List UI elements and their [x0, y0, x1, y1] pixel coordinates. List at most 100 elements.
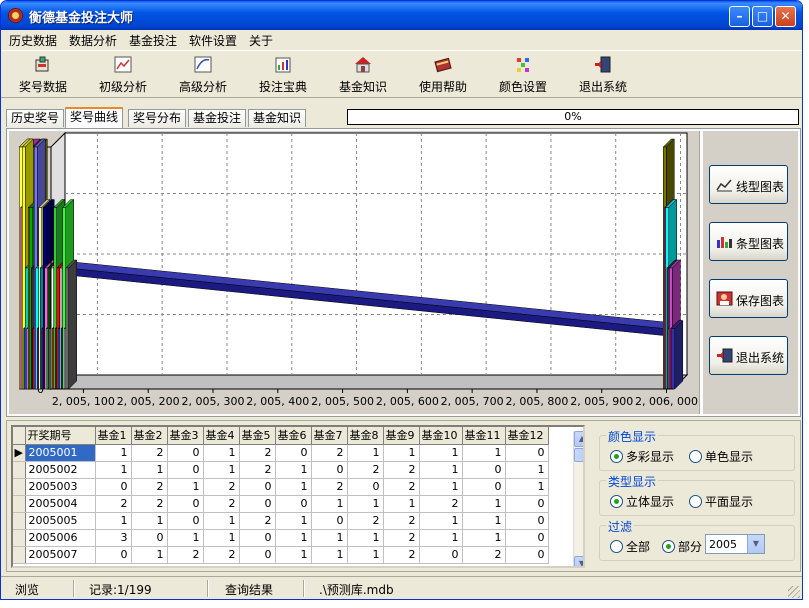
tab-number-distribution[interactable]: 奖号分布 — [128, 109, 187, 127]
cell-value[interactable]: 1 — [311, 495, 348, 513]
cell-value[interactable]: 1 — [347, 444, 384, 462]
cell-value[interactable]: 0 — [239, 478, 276, 496]
bar-chart-button[interactable]: 条型图表 — [709, 222, 788, 261]
table-row[interactable]: ▶ 2005001 1 2 0 1 2 0 2 1 1 1 1 0 — [13, 444, 549, 462]
cell-value[interactable]: 1 — [347, 529, 384, 547]
cell-value[interactable]: 0 — [419, 546, 463, 564]
cell-value[interactable]: 0 — [167, 495, 204, 513]
radio-3d[interactable]: 立体显示 — [610, 493, 674, 510]
radio-multicolor[interactable]: 多彩显示 — [610, 448, 674, 465]
scroll-thumb[interactable] — [574, 448, 583, 462]
cell-value[interactable]: 2 — [383, 512, 420, 530]
cell-value[interactable]: 0 — [239, 546, 276, 564]
chevron-down-icon[interactable]: ▼ — [747, 535, 764, 553]
radio-filter-partial[interactable]: 部分 — [662, 538, 702, 555]
cell-value[interactable]: 0 — [167, 461, 204, 479]
cell-value[interactable]: 1 — [462, 512, 506, 530]
cell-value[interactable]: 0 — [505, 495, 549, 513]
radio-filter-all[interactable]: 全部 — [610, 538, 650, 555]
cell-value[interactable]: 1 — [131, 546, 168, 564]
cell-value[interactable]: 0 — [347, 478, 384, 496]
cell-value[interactable]: 2 — [239, 444, 276, 462]
tool-betting-guide-button[interactable]: 投注宝典 — [245, 54, 321, 96]
column-header-fund[interactable]: 基金12 — [505, 427, 549, 445]
tab-fund-knowledge[interactable]: 基金知识 — [248, 109, 307, 127]
tool-lottery-data-button[interactable]: 奖号数据 — [5, 54, 81, 96]
column-header-fund[interactable]: 基金4 — [203, 427, 240, 445]
cell-value[interactable]: 2 — [239, 512, 276, 530]
cell-value[interactable]: 0 — [167, 512, 204, 530]
cell-period[interactable]: 2005005 — [25, 512, 96, 530]
cell-value[interactable]: 0 — [505, 529, 549, 547]
table-row[interactable]: 2005005 1 1 0 1 2 1 0 2 2 1 1 0 — [13, 512, 549, 530]
cell-value[interactable]: 1 — [131, 461, 168, 479]
cell-period[interactable]: 2005007 — [25, 546, 96, 564]
cell-value[interactable]: 3 — [95, 529, 132, 547]
chart-exit-button[interactable]: 退出系统 — [709, 336, 788, 375]
resize-grip[interactable] — [788, 586, 800, 598]
table-row[interactable]: 2005007 0 1 2 2 0 1 1 1 2 0 2 0 — [13, 546, 549, 564]
cell-value[interactable]: 0 — [462, 478, 506, 496]
line-chart-button[interactable]: 线型图表 — [709, 165, 788, 204]
maximize-button[interactable]: □ — [752, 6, 773, 27]
cell-period[interactable]: 2005004 — [25, 495, 96, 513]
table-row[interactable]: 2005006 3 0 1 1 0 1 1 1 2 1 1 0 — [13, 529, 549, 547]
column-header-fund[interactable]: 基金1 — [95, 427, 132, 445]
radio-flat[interactable]: 平面显示 — [689, 493, 753, 510]
cell-value[interactable]: 1 — [131, 512, 168, 530]
tool-fund-knowledge-button[interactable]: 基金知识 — [325, 54, 401, 96]
cell-value[interactable]: 0 — [311, 461, 348, 479]
app-logo-icon[interactable] — [8, 8, 23, 23]
cell-value[interactable]: 1 — [383, 495, 420, 513]
cell-value[interactable]: 0 — [239, 495, 276, 513]
tab-fund-betting[interactable]: 基金投注 — [188, 109, 247, 127]
cell-value[interactable]: 2 — [383, 546, 420, 564]
cell-period[interactable]: 2005002 — [25, 461, 96, 479]
cell-value[interactable]: 2 — [131, 495, 168, 513]
cell-value[interactable]: 1 — [419, 529, 463, 547]
menu-about[interactable]: 关于 — [249, 32, 273, 49]
save-chart-button[interactable]: 保存图表 — [709, 279, 788, 318]
cell-value[interactable]: 0 — [239, 529, 276, 547]
cell-value[interactable]: 1 — [275, 512, 312, 530]
cell-value[interactable]: 1 — [95, 512, 132, 530]
tab-number-curve[interactable]: 奖号曲线 — [65, 107, 124, 128]
cell-value[interactable]: 1 — [419, 444, 463, 462]
cell-value[interactable]: 2 — [203, 495, 240, 513]
menu-history[interactable]: 历史数据 — [9, 32, 57, 49]
cell-value[interactable]: 2 — [347, 461, 384, 479]
cell-period[interactable]: 2005001 — [25, 444, 96, 462]
cell-value[interactable]: 1 — [419, 512, 463, 530]
cell-value[interactable]: 1 — [203, 512, 240, 530]
cell-value[interactable]: 0 — [167, 444, 204, 462]
cell-value[interactable]: 1 — [347, 546, 384, 564]
cell-value[interactable]: 1 — [462, 444, 506, 462]
cell-value[interactable]: 1 — [311, 546, 348, 564]
cell-value[interactable]: 0 — [95, 546, 132, 564]
cell-value[interactable]: 0 — [505, 512, 549, 530]
column-header-fund[interactable]: 基金10 — [419, 427, 463, 445]
table-row[interactable]: 2005004 2 2 0 2 0 0 1 1 1 2 1 0 — [13, 495, 549, 513]
cell-value[interactable]: 1 — [419, 461, 463, 479]
cell-value[interactable]: 2 — [311, 478, 348, 496]
cell-value[interactable]: 1 — [275, 529, 312, 547]
cell-value[interactable]: 2 — [383, 478, 420, 496]
data-grid[interactable]: 开奖期号 基金1 基金2 基金3 基金4 基金5 基金6 基金7 基金8 基金9 基金10 基金11 基… — [11, 425, 585, 568]
column-header-fund[interactable]: 基金6 — [275, 427, 312, 445]
cell-value[interactable]: 2 — [131, 478, 168, 496]
menu-betting[interactable]: 基金投注 — [129, 32, 177, 49]
menu-analysis[interactable]: 数据分析 — [69, 32, 117, 49]
tool-advanced-analysis-button[interactable]: 高级分析 — [165, 54, 241, 96]
cell-period[interactable]: 2005003 — [25, 478, 96, 496]
tool-help-button[interactable]: 使用帮助 — [405, 54, 481, 96]
cell-value[interactable]: 0 — [462, 461, 506, 479]
column-header-fund[interactable]: 基金7 — [311, 427, 348, 445]
column-header-fund[interactable]: 基金2 — [131, 427, 168, 445]
cell-value[interactable]: 2 — [311, 444, 348, 462]
filter-year-select[interactable]: 2005 ▼ — [705, 534, 765, 554]
close-button[interactable]: ✕ — [775, 6, 796, 27]
cell-value[interactable]: 0 — [95, 478, 132, 496]
cell-value[interactable]: 1 — [167, 529, 204, 547]
cell-value[interactable]: 2 — [462, 546, 506, 564]
cell-value[interactable]: 1 — [311, 529, 348, 547]
